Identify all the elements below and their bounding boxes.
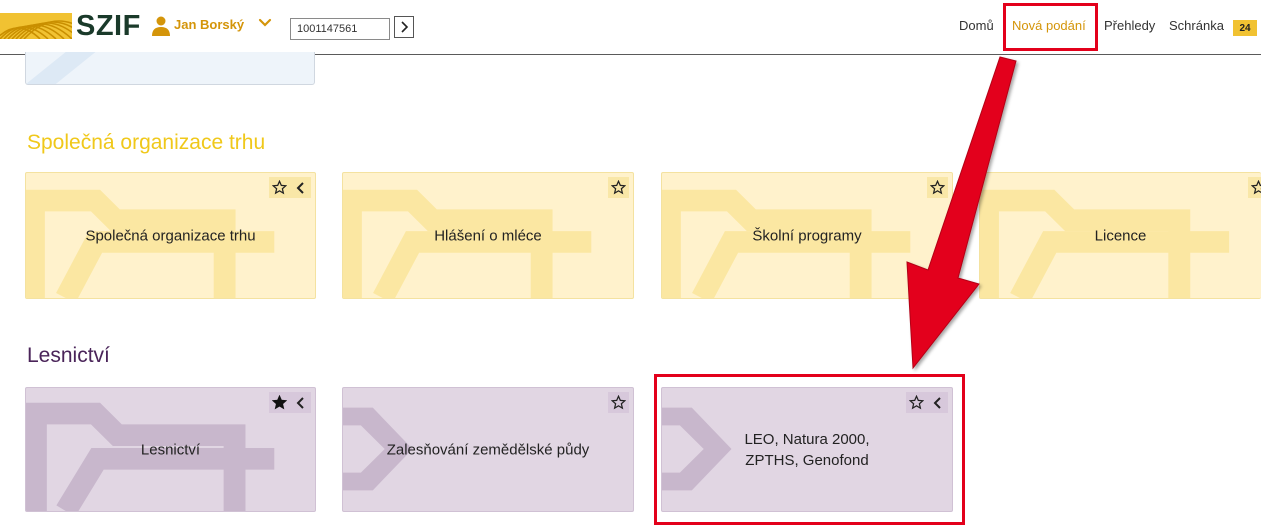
tile-tools (1248, 177, 1261, 198)
tile-school-programs[interactable]: Školní programy (661, 172, 953, 299)
tile-label: Licence (1094, 227, 1147, 244)
user-name-menu[interactable]: Jan Borský (174, 17, 244, 32)
chevron-right-icon (401, 21, 409, 33)
section-title-market: Společná organizace trhu (27, 131, 266, 154)
tile-afforestation[interactable]: Zalesňování zemědělské půdy (342, 387, 634, 512)
tile-tools (269, 392, 311, 413)
tile-label: Zalesňování zemědělské půdy (386, 441, 590, 458)
tile-milk-reports[interactable]: Hlášení o mléce (342, 172, 634, 299)
section-title-forestry: Lesnictví (27, 344, 110, 367)
id-go-button[interactable] (394, 16, 414, 38)
tile-tools (608, 177, 629, 198)
tile-licences[interactable]: Licence (979, 172, 1261, 299)
star-outline-icon[interactable] (608, 177, 629, 198)
star-outline-icon[interactable] (269, 177, 290, 198)
tile-tools (927, 177, 948, 198)
highlight-box-nav (1003, 3, 1098, 51)
tile-label: Hlášení o mléce (434, 227, 542, 244)
tile-forestry[interactable]: Lesnictví (25, 387, 316, 512)
star-outline-icon[interactable] (1248, 177, 1261, 198)
previous-section-tile[interactable] (25, 52, 315, 85)
star-outline-icon[interactable] (927, 177, 948, 198)
tile-label: Lesnictví (140, 441, 201, 458)
tile-label: Společná organizace trhu (85, 227, 256, 244)
subject-id-input[interactable] (290, 18, 390, 40)
user-icon (152, 16, 170, 36)
tile-background-graphic (26, 52, 96, 84)
nav-home[interactable]: Domů (959, 18, 994, 33)
star-outline-icon[interactable] (608, 392, 629, 413)
chevron-left-icon[interactable] (290, 392, 311, 413)
tile-tools (608, 392, 629, 413)
szif-logo-stripes-icon (0, 13, 72, 39)
inbox-count-badge: 24 (1233, 20, 1257, 36)
tile-market-organization[interactable]: Společná organizace trhu (25, 172, 316, 299)
star-filled-icon[interactable] (269, 392, 290, 413)
tile-label: Školní programy (752, 227, 862, 244)
nav-overviews[interactable]: Přehledy (1104, 18, 1155, 33)
tile-tools (269, 177, 311, 198)
highlight-box-tile (654, 374, 965, 525)
chevron-left-icon[interactable] (290, 177, 311, 198)
chevron-down-icon[interactable] (258, 16, 272, 30)
szif-logo[interactable]: SZIF (76, 10, 141, 43)
nav-inbox[interactable]: Schránka (1169, 18, 1224, 33)
